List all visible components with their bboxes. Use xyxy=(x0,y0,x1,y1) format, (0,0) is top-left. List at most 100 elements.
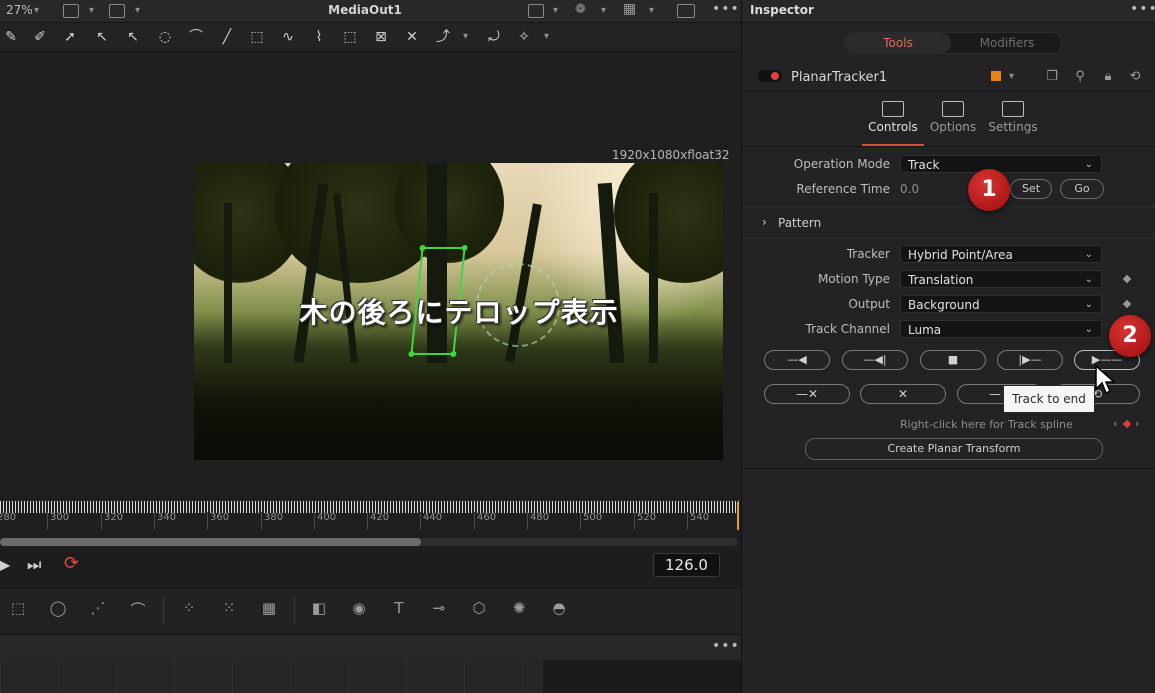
renderer-3d-icon[interactable]: ◓ xyxy=(548,599,570,619)
roi-icon[interactable] xyxy=(528,4,544,18)
camera-3d-icon[interactable]: ⬡ xyxy=(468,599,490,619)
view-layout-icon[interactable] xyxy=(63,4,79,18)
video-frame[interactable]: 木の後ろにテロップ表示 xyxy=(194,163,723,460)
controls-icon xyxy=(882,101,904,117)
operation-mode-dropdown[interactable]: Track ⌄ xyxy=(900,155,1102,173)
shape-3d-icon[interactable]: ◉ xyxy=(348,599,370,619)
spline-icon[interactable]: ∿ xyxy=(279,28,297,46)
pin-icon[interactable]: ⚲ xyxy=(1072,69,1088,85)
chevron-down-icon[interactable]: ▾ xyxy=(544,31,549,42)
chevron-down-icon[interactable]: ▾ xyxy=(601,5,606,16)
polygon-icon[interactable]: ◌ xyxy=(156,28,174,46)
create-planar-transform-button[interactable]: Create Planar Transform xyxy=(805,438,1103,460)
keyframe-icon[interactable] xyxy=(1122,419,1132,429)
point-select-icon[interactable]: ↖ xyxy=(93,28,111,46)
timeline-ruler[interactable]: 280 300 320 340 360 380 400 420 440 460 480 500 520 5… xyxy=(0,500,741,533)
ellipse-tool-icon[interactable]: ◯ xyxy=(47,599,69,619)
marquee-icon[interactable]: ⬚ xyxy=(248,28,266,46)
chevron-down-icon[interactable]: ▾ xyxy=(89,5,94,16)
trim-to-start-button[interactable]: —✕ xyxy=(764,384,850,404)
more-options-icon[interactable]: ••• xyxy=(712,638,740,654)
reverse-icon[interactable]: ⤾ xyxy=(485,28,503,46)
ruler-label: 500 xyxy=(583,512,603,523)
text-3d-icon[interactable]: T xyxy=(388,599,410,619)
spline-hint[interactable]: Right-click here for Track spline xyxy=(900,418,1073,431)
current-frame-field[interactable]: 126.0 xyxy=(653,553,720,577)
tracker-corner[interactable] xyxy=(450,351,457,357)
display-mode-icon[interactable] xyxy=(109,4,125,18)
transform-icon[interactable]: ⬚ xyxy=(341,28,359,46)
track-forward-button[interactable]: |▶— xyxy=(997,350,1063,370)
brush-icon[interactable]: ✐ xyxy=(31,28,49,46)
color-channels-icon[interactable]: ❁ xyxy=(575,2,586,17)
select-arrow-icon[interactable]: ➚ xyxy=(61,28,79,46)
more-options-icon[interactable]: ••• xyxy=(1130,1,1155,17)
ruler-tick xyxy=(261,512,262,530)
chevron-right-icon[interactable]: › xyxy=(1135,417,1139,430)
tab-settings[interactable]: Settings xyxy=(982,96,1044,144)
keyframe-icon[interactable] xyxy=(1122,274,1132,284)
particle-render-icon[interactable]: ⁙ xyxy=(218,599,240,619)
particle-emitter-icon[interactable]: ⁘ xyxy=(178,599,200,619)
scrollbar-thumb[interactable] xyxy=(0,538,421,546)
stop-tracking-button[interactable]: ■ xyxy=(920,350,986,370)
point-add-icon[interactable]: ↖ xyxy=(124,28,142,46)
merge-3d-icon[interactable]: ⊸ xyxy=(428,599,450,619)
chevron-down-icon[interactable]: ▾ xyxy=(135,5,140,16)
tab-controls[interactable]: Controls xyxy=(862,96,924,146)
node-color-swatch[interactable] xyxy=(991,71,1001,81)
track-to-start-button[interactable]: —◀ xyxy=(764,350,830,370)
node-enable-toggle[interactable] xyxy=(758,70,782,82)
tracker-dropdown[interactable]: Hybrid Point/Area ⌄ xyxy=(900,245,1102,263)
bspline-tool-icon[interactable]: ⌒ xyxy=(127,599,149,619)
versions-icon[interactable]: ❐ xyxy=(1044,69,1060,85)
rectangle-tool-icon[interactable]: ⬚ xyxy=(7,599,29,619)
keyframe-icon[interactable] xyxy=(1122,299,1132,309)
pattern-section[interactable]: › Pattern xyxy=(742,207,1155,239)
break-icon[interactable]: ✕ xyxy=(403,28,421,46)
smooth-icon[interactable]: ⌇ xyxy=(310,28,328,46)
image-plane-3d-icon[interactable]: ◧ xyxy=(308,599,330,619)
tab-options[interactable]: Options xyxy=(922,96,984,144)
grid-icon[interactable]: ▦ xyxy=(623,1,636,17)
delete-track-button[interactable]: ✕ xyxy=(860,384,946,404)
play-icon[interactable]: ▶ xyxy=(0,555,10,574)
chevron-left-icon[interactable]: ‹ xyxy=(1113,417,1117,430)
track-channel-dropdown[interactable]: Luma ⌄ xyxy=(900,320,1102,338)
more-options-icon[interactable]: ••• xyxy=(712,1,740,17)
ruler-tick xyxy=(47,512,48,530)
curve-icon[interactable]: ⌒ xyxy=(187,28,205,46)
reset-icon[interactable]: ⟲ xyxy=(1127,69,1143,85)
chevron-down-icon[interactable]: ▾ xyxy=(34,5,39,16)
chevron-down-icon[interactable]: ▾ xyxy=(553,5,558,16)
particle-merge-icon[interactable]: ▦ xyxy=(258,599,280,619)
node-editor-header: ••• xyxy=(0,634,741,661)
polygon-tool-icon[interactable]: ⋰ xyxy=(87,599,109,619)
zoom-level[interactable]: 27% xyxy=(6,3,33,17)
track-backward-button[interactable]: —◀| xyxy=(842,350,908,370)
publish-icon[interactable]: ⤴ xyxy=(434,28,452,46)
ruler-tick xyxy=(687,512,688,530)
chevron-down-icon[interactable]: ▾ xyxy=(1009,71,1014,82)
chevron-down-icon[interactable]: ▾ xyxy=(463,31,468,42)
tab-modifiers[interactable]: Modifiers xyxy=(953,33,1061,53)
skip-to-end-icon[interactable]: ⏭ xyxy=(27,555,41,575)
tracker-corner[interactable] xyxy=(419,245,426,251)
reference-time-value[interactable]: 0.0 xyxy=(900,182,919,196)
delete-point-icon[interactable]: ⊠ xyxy=(372,28,390,46)
fullscreen-icon[interactable] xyxy=(677,4,695,18)
go-button[interactable]: Go xyxy=(1060,179,1104,199)
tracker-corner[interactable] xyxy=(408,351,415,357)
motion-type-dropdown[interactable]: Translation ⌄ xyxy=(900,270,1102,288)
loop-icon[interactable]: ⟳ xyxy=(64,553,79,574)
playhead[interactable] xyxy=(737,502,739,530)
chevron-down-icon[interactable]: ▾ xyxy=(649,5,654,16)
output-dropdown[interactable]: Background ⌄ xyxy=(900,295,1102,313)
set-button[interactable]: Set xyxy=(1010,179,1052,199)
line-icon[interactable]: ╱ xyxy=(218,28,236,46)
light-3d-icon[interactable]: ✺ xyxy=(508,599,530,619)
pen-tool-icon[interactable]: ✎ xyxy=(2,28,20,46)
tab-tools[interactable]: Tools xyxy=(845,33,951,53)
magic-wand-icon[interactable]: ✧ xyxy=(515,28,533,46)
lock-icon[interactable]: 🔒︎ xyxy=(1100,69,1116,85)
